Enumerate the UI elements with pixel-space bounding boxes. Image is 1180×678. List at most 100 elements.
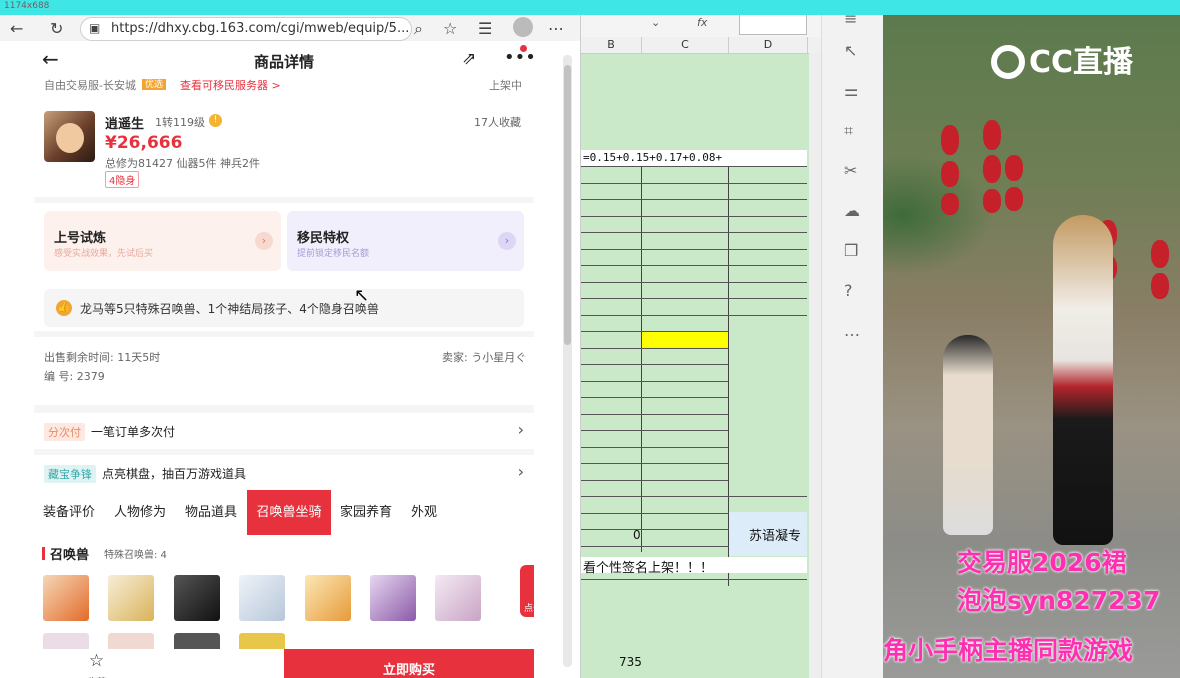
price: ¥26,666: [105, 133, 183, 153]
chevron-right-icon: ›: [517, 420, 524, 439]
tab-cultivation[interactable]: 人物修为: [110, 490, 170, 535]
grid-row-line: [581, 463, 728, 464]
collections-icon[interactable]: ☰: [478, 19, 492, 38]
refresh-icon[interactable]: ↻: [50, 19, 63, 38]
lantern: [983, 155, 1001, 183]
tab-appearance[interactable]: 外观: [404, 490, 444, 535]
migration-link[interactable]: 查看可移民服务器 >: [180, 79, 281, 93]
pet-thumb[interactable]: [108, 575, 154, 621]
grid-row-line: [581, 215, 807, 217]
formula-cell[interactable]: =0.15+0.15+0.17+0.08+: [581, 150, 807, 166]
lantern: [1005, 187, 1023, 211]
col-b[interactable]: B: [581, 37, 642, 53]
gift-button[interactable]: 点击领: [520, 565, 534, 617]
highlighted-cell[interactable]: [642, 332, 728, 347]
grid-row-line: [581, 496, 807, 497]
streamer-figure: [1053, 215, 1113, 545]
grid-row-line: [581, 298, 807, 299]
server-badge: 优选: [142, 79, 167, 90]
dropdown-icon[interactable]: ⌄: [651, 16, 660, 29]
menu-icon[interactable]: ≡: [844, 9, 857, 28]
book-icon[interactable]: ❒: [844, 241, 858, 260]
sale-info-card: 出售剩余时间: 11天5时 卖家: う小星月ぐ 编 号: 2379: [34, 337, 534, 405]
lottery-row[interactable]: 藏宝争锋 点亮棋盘，抽百万游戏道具 ›: [34, 455, 534, 491]
more-dots-icon[interactable]: •••: [504, 47, 534, 68]
grid-row-line: [581, 166, 807, 167]
url-field[interactable]: ▣ https://dhxy.cbg.163.com/cgi/mweb/equi…: [80, 17, 412, 41]
pet-thumb[interactable]: [305, 575, 351, 621]
serial-number: 编 号: 2379: [44, 370, 105, 383]
favorite-button[interactable]: ☆ 收藏: [64, 649, 129, 678]
select-arrow-icon[interactable]: ↖: [844, 41, 857, 60]
share-icon[interactable]: ⇗: [462, 49, 476, 69]
pet-thumb[interactable]: [43, 575, 89, 621]
info-icon[interactable]: !: [209, 114, 222, 127]
favorite-star-icon[interactable]: ☆: [443, 19, 457, 38]
trial-promo[interactable]: 上号试炼 感受实战效果，先试后买 ›: [44, 211, 281, 271]
lottery-text: 点亮棋盘，抽百万游戏道具: [102, 467, 247, 481]
cloud-icon[interactable]: ☁: [844, 201, 860, 220]
pet-thumb[interactable]: [370, 575, 416, 621]
lantern: [941, 125, 959, 155]
sliders-icon[interactable]: ⚌: [844, 81, 858, 100]
col-c[interactable]: C: [642, 37, 729, 53]
grid-row-line: [581, 479, 728, 481]
profile-avatar-icon[interactable]: [513, 17, 533, 37]
migration-promo[interactable]: 移民特权 提前锁定移民名额 ›: [287, 211, 524, 271]
role-stats: 总修为81427 仙器5件 神兵2件: [105, 157, 260, 170]
gift-label: 点击领: [524, 604, 534, 614]
fx-label[interactable]: fx: [697, 16, 707, 29]
grid-row-line: [581, 248, 807, 250]
more-icon[interactable]: …: [844, 321, 860, 340]
page-title: 商品详情: [253, 53, 314, 71]
role-avatar[interactable]: [44, 111, 95, 162]
zoom-icon[interactable]: ⌕: [414, 19, 423, 39]
help-icon[interactable]: ?: [844, 281, 853, 300]
more-menu-icon[interactable]: ⋯: [548, 19, 564, 38]
browser-window: ← ↻ ▣ https://dhxy.cbg.163.com/cgi/mweb/…: [0, 15, 581, 678]
pet-thumb[interactable]: [174, 575, 220, 621]
crop-icon[interactable]: ⌗: [844, 121, 853, 141]
name-cell-text: 苏语凝专: [749, 529, 802, 544]
lottery-tag: 藏宝争锋: [44, 465, 96, 483]
overlay-line-1: 交易服2026裙: [957, 548, 1127, 577]
grid-row-line: [581, 397, 728, 398]
grid-row-line: [581, 364, 728, 365]
lantern: [1005, 155, 1023, 181]
tab-items[interactable]: 物品道具: [181, 490, 241, 535]
tab-pets[interactable]: 召唤兽坐骑: [247, 490, 331, 535]
col-c-border: [642, 166, 729, 586]
buy-now-button[interactable]: 立即购买: [284, 649, 534, 678]
section-marker: [42, 547, 45, 560]
detail-tabs: 装备评价 人物修为 物品道具 召唤兽坐骑 家园养育 外观: [34, 490, 534, 535]
note-cell[interactable]: 看个性签名上架！！！: [581, 557, 807, 576]
special-pets-row[interactable]: 👍 龙马等5只特殊召唤兽、1个神结局孩子、4个隐身召唤兽: [44, 289, 524, 327]
sale-time: 出售剩余时间: 11天5时: [44, 351, 161, 364]
overlay-line-2: 泡泡syn827237: [957, 586, 1161, 615]
grid-row-line: [581, 413, 728, 415]
chevron-right-icon: ›: [517, 462, 524, 481]
pet-thumb[interactable]: [239, 575, 285, 621]
grid-row-line: [581, 265, 807, 266]
pet-thumb[interactable]: [435, 575, 481, 621]
server-info-row: 自由交易服-长安城 优选 查看可移民服务器 > 上架中: [34, 79, 534, 93]
name-cell[interactable]: 苏语凝专: [729, 512, 807, 556]
lantern: [941, 193, 959, 215]
scrollbar-thumb[interactable]: [564, 65, 571, 345]
tab-equipment[interactable]: 装备评价: [39, 490, 99, 535]
trial-title: 上号试炼: [54, 231, 107, 246]
sheet-scrollbar[interactable]: [809, 53, 821, 678]
expand-box[interactable]: [739, 15, 807, 35]
lantern: [941, 161, 959, 187]
page-info-icon[interactable]: ▣: [89, 21, 100, 35]
cc-logo-icon: [991, 45, 1025, 79]
grid-row-line: [581, 232, 807, 233]
mobile-page: ← 商品详情 ⇗ ••• 自由交易服-长安城 优选 查看可移民服务器 > 上架中…: [34, 41, 534, 678]
mouse-cursor-icon: ↖: [354, 285, 370, 306]
tools-icon[interactable]: ✂: [844, 161, 857, 180]
tab-home[interactable]: 家园养育: [336, 490, 396, 535]
formula-text: =0.15+0.15+0.17+0.08+: [583, 151, 723, 164]
installment-row[interactable]: 分次付 一笔订单多次付 ›: [34, 413, 534, 449]
back-arrow-icon[interactable]: ←: [10, 19, 23, 38]
col-d[interactable]: D: [729, 37, 808, 53]
